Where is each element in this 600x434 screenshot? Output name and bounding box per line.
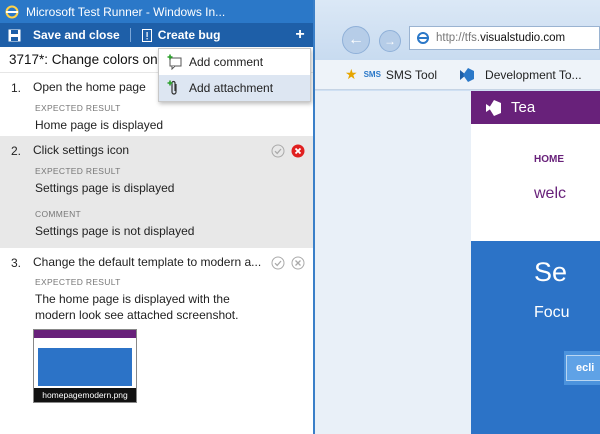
test-step[interactable]: 3. Change the default template to modern…	[0, 248, 313, 418]
expected-result: Settings page is displayed	[35, 181, 175, 195]
ie-icon	[417, 32, 429, 44]
fail-icon[interactable]	[291, 256, 305, 270]
attachment-thumbnail[interactable]: homepagemodern.png	[33, 329, 137, 403]
expected-result-label: EXPECTED RESULT	[35, 166, 121, 176]
step-text: Click settings icon	[33, 143, 130, 157]
add-comment-icon	[167, 54, 182, 70]
hero-title: Se	[534, 257, 568, 287]
forward-button[interactable]: →	[379, 30, 401, 52]
site-nav-home[interactable]: HOME	[534, 154, 600, 165]
expected-result-label: EXPECTED RESULT	[35, 103, 121, 113]
save-icon[interactable]	[8, 29, 21, 42]
back-arrow-icon: ←	[348, 31, 364, 48]
hero-button[interactable]: ecli	[566, 355, 600, 381]
favorites-bar: ★ SMS SMS Tool Development To...	[315, 60, 600, 90]
star-icon: ★	[345, 66, 358, 82]
hero-subtitle: Focu	[534, 304, 570, 321]
expected-result-label: EXPECTED RESULT	[35, 277, 121, 287]
step-number: 3.	[11, 256, 22, 270]
favorite-development-tools[interactable]: Development To...	[459, 67, 582, 83]
favorite-label: Development To...	[485, 67, 582, 82]
thumbnail-body	[38, 348, 132, 386]
menu-item-label: Add comment	[189, 55, 264, 69]
expected-result: The home page is displayed with the mode…	[35, 292, 239, 322]
expected-result: Home page is displayed	[35, 118, 164, 132]
fail-icon[interactable]	[291, 144, 305, 158]
step-number: 1.	[11, 81, 22, 95]
browser-content: Tea HOME welc Se Focu ecli	[315, 91, 600, 434]
bug-icon	[141, 28, 152, 42]
create-bug-label: Create bug	[157, 28, 221, 42]
comment-label: COMMENT	[35, 209, 82, 219]
back-button[interactable]: ←	[342, 26, 370, 54]
site-welcome: welc	[534, 185, 567, 202]
toolbar-divider	[129, 28, 131, 42]
runner-toolbar: Save and close Create bug +	[0, 23, 313, 47]
menu-item-add-attachment[interactable]: Add attachment	[159, 75, 310, 101]
site-title: Tea	[511, 99, 536, 116]
tfs-site: Tea HOME welc Se Focu ecli	[471, 91, 600, 434]
create-bug-button[interactable]: Create bug	[141, 28, 221, 42]
thumbnail-header	[34, 330, 136, 338]
favorite-label: SMS Tool	[385, 67, 438, 82]
step-comment: Settings page is not displayed	[35, 224, 195, 238]
visual-studio-icon	[460, 67, 475, 82]
paperclip-icon	[167, 80, 177, 95]
menu-item-label: Add attachment	[189, 81, 274, 95]
url-host: visualstudio.com	[480, 32, 566, 44]
add-dropdown-menu: Add comment Add attachment	[158, 48, 311, 102]
address-bar[interactable]: http://tfs. visualstudio.com	[409, 26, 600, 50]
site-header: Tea	[471, 91, 600, 124]
menu-item-add-comment[interactable]: Add comment	[159, 49, 310, 75]
ie-icon	[5, 5, 19, 18]
pass-icon[interactable]	[271, 256, 285, 270]
save-and-close-button[interactable]: Save and close	[33, 28, 120, 42]
step-number: 2.	[11, 144, 22, 158]
test-step[interactable]: 2. Click settings icon EXPECTED RESULT S…	[0, 136, 313, 248]
attachment-filename: homepagemodern.png	[34, 388, 136, 402]
site-hero: Se Focu ecli	[471, 241, 600, 434]
sms-badge: SMS	[363, 70, 381, 79]
url-prefix: http://tfs.	[436, 32, 481, 44]
browser-window: ← → http://tfs. visualstudio.com ★ SMS SM…	[315, 0, 600, 434]
favorite-sms-tool[interactable]: ★ SMS SMS Tool	[345, 66, 437, 83]
forward-arrow-icon: →	[384, 34, 396, 48]
visual-studio-logo-icon	[486, 100, 501, 116]
add-button[interactable]: +	[287, 23, 313, 47]
step-text: Change the default template to modern a.…	[33, 255, 262, 269]
pass-icon[interactable]	[271, 144, 285, 158]
window-title: Microsoft Test Runner - Windows In...	[26, 4, 226, 19]
browser-nav-bar: ← → http://tfs. visualstudio.com	[315, 0, 600, 60]
title-bar: Microsoft Test Runner - Windows In...	[0, 0, 313, 23]
